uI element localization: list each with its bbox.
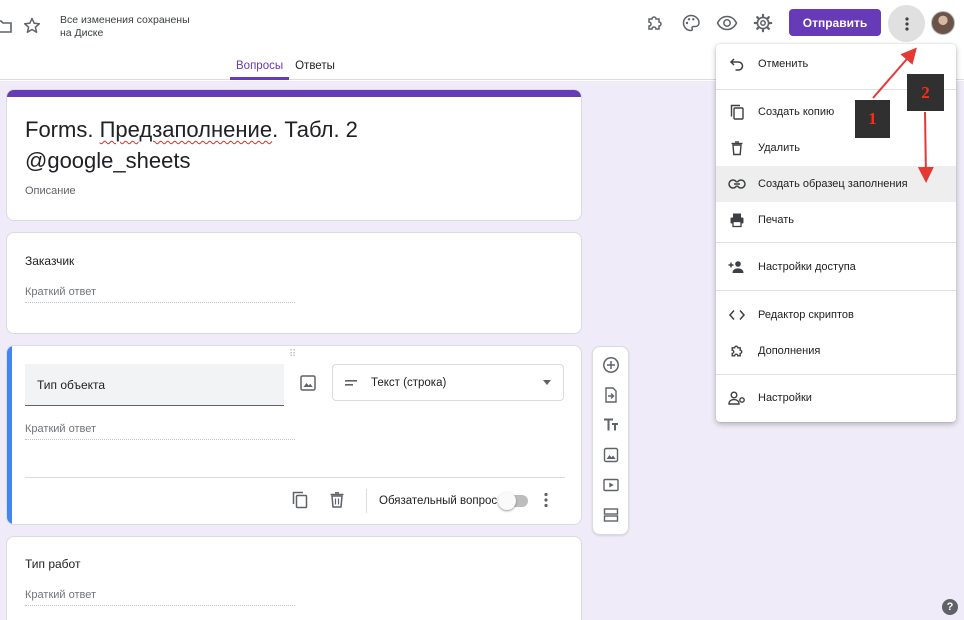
annotation-badge-2: 2 [907,74,944,111]
question-type-select[interactable]: Текст (строка) [332,364,564,401]
add-image-icon[interactable] [601,445,621,465]
drag-handle-icon[interactable]: ⠿ [289,349,297,360]
menu-divider [716,290,956,291]
more-vert-icon[interactable] [888,5,925,42]
toggle-knob [498,492,516,510]
link-icon [728,175,746,193]
form-title-part: Forms. [25,117,100,142]
add-section-icon[interactable] [601,505,621,525]
add-video-icon[interactable] [601,475,621,495]
active-indicator [7,346,12,524]
duplicate-icon[interactable] [290,490,310,510]
question-label: Заказчик [25,254,75,268]
menu-item-settings[interactable]: Настройки [716,380,956,416]
title-accent-bar [7,90,581,97]
folder-icon[interactable] [0,17,12,35]
avatar[interactable] [931,11,955,35]
import-questions-icon[interactable] [601,385,621,405]
short-answer-hint: Краткий ответ [25,589,295,606]
undo-icon [728,55,746,73]
menu-item-script-editor[interactable]: Редактор скриптов [716,297,956,333]
menu-item-label: Печать [758,214,795,226]
menu-divider [716,242,956,243]
image-icon[interactable] [298,373,318,393]
menu-item-prefilled-link[interactable]: Создать образец заполнения [716,166,956,202]
chevron-down-icon [543,380,551,385]
person-add-icon [728,258,746,276]
send-button[interactable]: Отправить [789,9,881,36]
question-card[interactable]: Тип работ Краткий ответ [6,536,582,620]
copy-icon [728,103,746,121]
title-text-icon[interactable] [601,415,621,435]
question-label: Тип работ [25,557,81,571]
divider [366,489,367,513]
menu-item-print[interactable]: Печать [716,202,956,238]
person-settings-icon [728,389,746,407]
form-title[interactable]: Forms. Предзаполнение. Табл. 2 @google_s… [25,114,425,176]
menu-item-label: Создать образец заполнения [758,178,908,190]
side-toolbar [592,346,629,535]
menu-divider [716,374,956,375]
question-card[interactable]: Заказчик Краткий ответ [6,232,582,334]
tab-bar: Вопросы Ответы [230,52,341,80]
menu-item-label: Редактор скриптов [758,309,854,321]
tab-responses[interactable]: Ответы [289,52,341,80]
form-title-misspelled: Предзаполнение [99,117,273,142]
menu-item-addons[interactable]: Дополнения [716,333,956,369]
add-question-icon[interactable] [601,355,621,375]
gear-icon[interactable] [752,12,774,34]
menu-item-label: Настройки [758,392,812,404]
form-title-card[interactable]: Forms. Предзаполнение. Табл. 2 @google_s… [6,89,582,221]
addon-puzzle-icon[interactable] [644,12,666,34]
annotation-badge-1: 1 [855,100,890,138]
save-status: Все изменения сохранены на Диске [60,14,190,39]
palette-icon[interactable] [680,12,702,34]
menu-item-label: Настройки доступа [758,261,856,273]
short-answer-hint: Краткий ответ [25,286,295,303]
divider [25,477,565,478]
menu-item-delete[interactable]: Удалить [716,130,956,166]
required-toggle[interactable] [498,492,528,510]
star-icon[interactable] [22,16,42,36]
trash-icon [728,139,746,157]
delete-icon[interactable] [327,490,347,510]
help-icon[interactable]: ? [942,599,958,615]
menu-item-label: Дополнения [758,345,821,357]
menu-item-label: Отменить [758,58,809,70]
code-icon [728,306,746,324]
question-card-active[interactable]: ⠿ Тип объекта Текст (строка) Краткий отв… [6,345,582,525]
question-title-input[interactable]: Тип объекта [25,364,284,406]
menu-item-label: Удалить [758,142,800,154]
puzzle-icon [728,342,746,360]
tab-questions[interactable]: Вопросы [230,52,290,80]
short-answer-hint: Краткий ответ [25,423,295,440]
eye-icon[interactable] [716,12,738,34]
required-label: Обязательный вопрос [379,495,498,507]
more-vert-icon[interactable] [538,490,554,510]
form-description[interactable]: Описание [25,185,76,197]
print-icon [728,211,746,229]
menu-item-sharing-settings[interactable]: Настройки доступа [716,249,956,285]
menu-item-label: Создать копию [758,106,835,118]
question-type-label: Текст (строка) [371,376,447,389]
short-text-icon [345,379,357,386]
